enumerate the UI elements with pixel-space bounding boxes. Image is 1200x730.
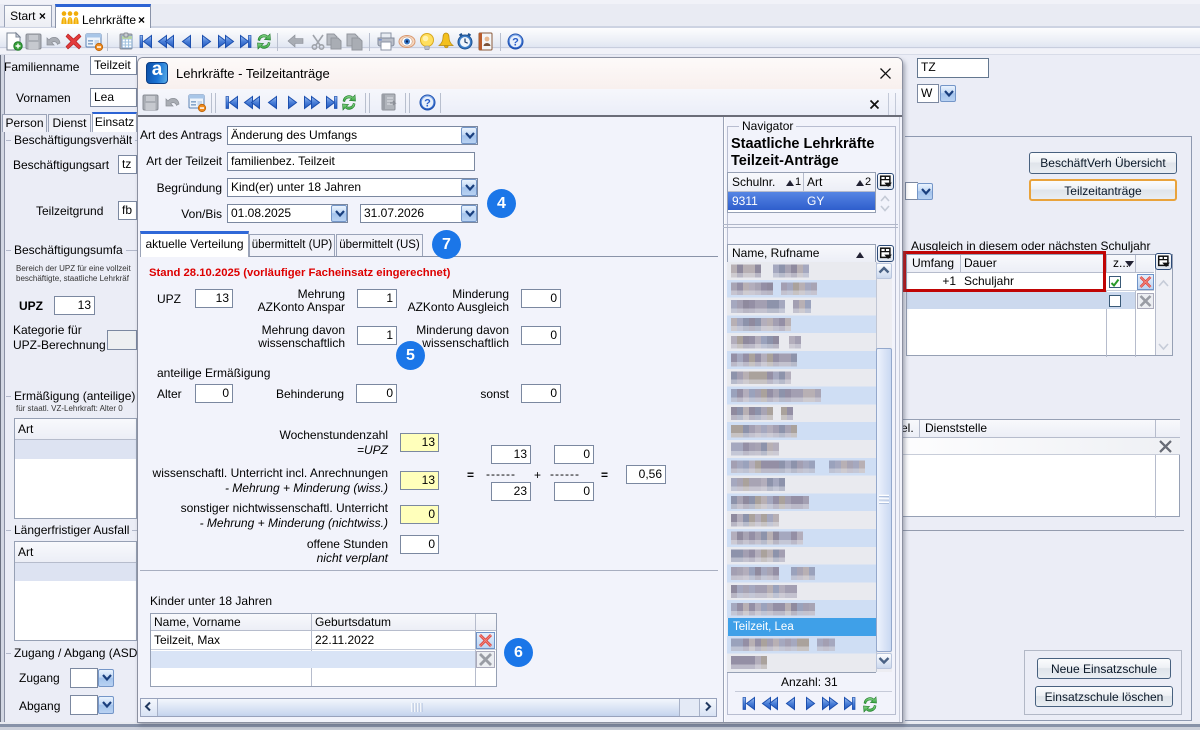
svg-text:?: ? xyxy=(512,37,519,49)
svg-text:?: ? xyxy=(424,98,431,110)
